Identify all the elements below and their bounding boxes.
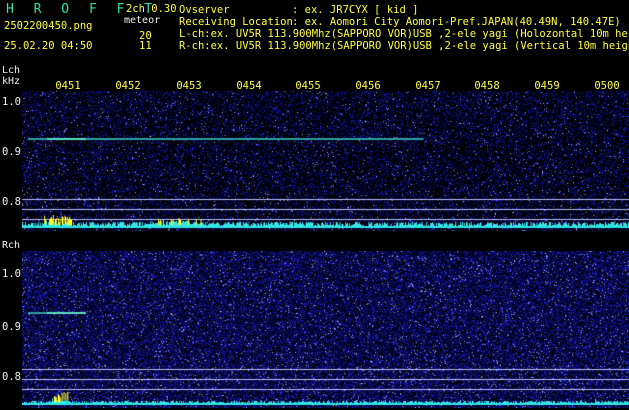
observer-value: : ex. JR7CYX [ kid ]: [292, 4, 419, 16]
rch-count: 11: [139, 40, 152, 52]
version-label: 2ch 0.30: [126, 3, 177, 15]
rch-info: R-ch:ex. UV5R 113.900Mhz(SAPPORO VOR)USB…: [179, 40, 629, 52]
lch-ytick-2: 0.9: [2, 146, 21, 158]
lch-info: L-ch:ex. UV5R 113.900Mhz(SAPPORO VOR)USB…: [179, 28, 629, 40]
rch-label: Rch: [2, 240, 21, 251]
datetime-label: 25.02.20 04:50: [4, 40, 93, 52]
observer-label: Ovserver: [179, 4, 230, 16]
rch-spectrogram: [22, 251, 629, 408]
location-value: : ex. Aomori City Aomori-Pref.JAPAN(40.4…: [292, 16, 621, 28]
rch-ytick-1: 1.0: [2, 268, 21, 280]
lch-ytick-3: 0.8: [2, 196, 21, 208]
filename-label: 2502200450.png: [4, 20, 93, 32]
lch-ytick-1: 1.0: [2, 96, 21, 108]
rch-ytick-2: 0.9: [2, 321, 21, 333]
mode-label: meteor: [124, 15, 161, 26]
lch-spectrogram: [22, 91, 629, 231]
lch-unit-label: kHz: [2, 76, 21, 87]
lch-label: Lch: [2, 65, 21, 76]
location-label: Receiving Location: [179, 16, 293, 28]
rch-ytick-3: 0.8: [2, 371, 21, 383]
